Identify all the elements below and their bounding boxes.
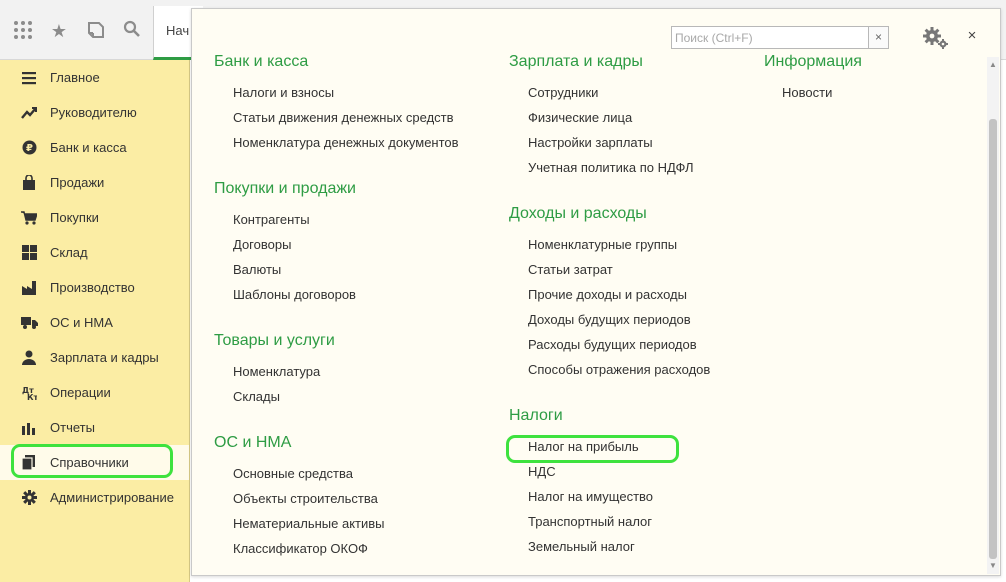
sidebar-item-assets[interactable]: ОС и НМА bbox=[0, 305, 189, 340]
truck-icon bbox=[20, 314, 38, 332]
sidebar-item-production[interactable]: Производство bbox=[0, 270, 189, 305]
sidebar-item-label: Главное bbox=[50, 70, 100, 85]
sidebar-item-label: Операции bbox=[50, 385, 111, 400]
sidebar-item-label: Продажи bbox=[50, 175, 105, 190]
link-vat[interactable]: НДС bbox=[528, 464, 556, 479]
sidebar-item-reports[interactable]: Отчеты bbox=[0, 410, 189, 445]
section-title-goods-services: Товары и услуги bbox=[214, 332, 335, 349]
sidebar-item-label: Отчеты bbox=[50, 420, 95, 435]
link-currencies[interactable]: Валюты bbox=[233, 262, 281, 277]
link-cash-flow-items[interactable]: Статьи движения денежных средств bbox=[233, 110, 454, 125]
apps-grid-icon[interactable] bbox=[12, 20, 34, 42]
link-contracts[interactable]: Договоры bbox=[233, 237, 291, 252]
close-panel-button[interactable]: × bbox=[964, 28, 980, 44]
sidebar-item-salary[interactable]: Зарплата и кадры bbox=[0, 340, 189, 375]
link-property-tax[interactable]: Налог на имущество bbox=[528, 489, 653, 504]
link-expense-methods[interactable]: Способы отражения расходов bbox=[528, 362, 710, 377]
svg-text:₽: ₽ bbox=[26, 143, 33, 154]
link-monetary-documents[interactable]: Номенклатура денежных документов bbox=[233, 135, 459, 150]
link-land-tax[interactable]: Земельный налог bbox=[528, 539, 635, 554]
factory-icon bbox=[20, 279, 38, 297]
menu-icon bbox=[20, 69, 38, 87]
link-warehouses[interactable]: Склады bbox=[233, 389, 280, 404]
link-construction-objects[interactable]: Объекты строительства bbox=[233, 491, 378, 506]
section-title-information: Информация bbox=[764, 53, 862, 70]
scrollbar-thumb[interactable] bbox=[989, 119, 997, 559]
catalogs-panel: × × Банк и касса Налоги и взносы Статьи … bbox=[191, 8, 1001, 576]
sidebar-item-administration[interactable]: Администрирование bbox=[0, 480, 189, 515]
ruble-coin-icon: ₽ bbox=[20, 139, 38, 157]
link-deferred-expenses[interactable]: Расходы будущих периодов bbox=[528, 337, 697, 352]
search-input[interactable] bbox=[672, 27, 868, 48]
link-contract-templates[interactable]: Шаблоны договоров bbox=[233, 287, 356, 302]
scroll-down-arrow-icon[interactable]: ▼ bbox=[989, 562, 997, 570]
link-counterparties[interactable]: Контрагенты bbox=[233, 212, 310, 227]
section-title-salary-hr: Зарплата и кадры bbox=[509, 53, 643, 70]
link-individuals[interactable]: Физические лица bbox=[528, 110, 632, 125]
link-fixed-assets[interactable]: Основные средства bbox=[233, 466, 353, 481]
sidebar-item-main[interactable]: Главное bbox=[0, 60, 189, 95]
sidebar-item-label: Администрирование bbox=[50, 490, 174, 505]
sidebar-item-label: Производство bbox=[50, 280, 135, 295]
link-deferred-income[interactable]: Доходы будущих периодов bbox=[528, 312, 691, 327]
sidebar-item-label: Покупки bbox=[50, 210, 99, 225]
highlight-catalogs-frame bbox=[11, 444, 173, 478]
search-box: × bbox=[671, 26, 889, 49]
link-other-income-expenses[interactable]: Прочие доходы и расходы bbox=[528, 287, 687, 302]
sidebar-item-purchases[interactable]: Покупки bbox=[0, 200, 189, 235]
debit-credit-icon: Дт Кт bbox=[20, 384, 38, 402]
section-title-purchases-sales: Покупки и продажи bbox=[214, 180, 356, 197]
sidebar-item-label: Банк и касса bbox=[50, 140, 127, 155]
trend-chart-icon bbox=[20, 104, 38, 122]
link-cost-items[interactable]: Статьи затрат bbox=[528, 262, 613, 277]
tab-start-label: Нач bbox=[166, 23, 190, 38]
svg-text:Кт: Кт bbox=[27, 393, 37, 400]
link-transport-tax[interactable]: Транспортный налог bbox=[528, 514, 652, 529]
warehouse-grid-icon bbox=[20, 244, 38, 262]
link-employees[interactable]: Сотрудники bbox=[528, 85, 598, 100]
link-taxes-contributions[interactable]: Налоги и взносы bbox=[233, 85, 334, 100]
link-ndfl-policy[interactable]: Учетная политика по НДФЛ bbox=[528, 160, 693, 175]
section-title-fixed-assets: ОС и НМА bbox=[214, 434, 292, 451]
sidebar-item-warehouse[interactable]: Склад bbox=[0, 235, 189, 270]
sidebar-item-bank[interactable]: ₽ Банк и касса bbox=[0, 130, 189, 165]
star-icon[interactable]: ★ bbox=[48, 20, 70, 42]
link-news[interactable]: Новости bbox=[782, 85, 832, 100]
shopping-cart-icon bbox=[20, 209, 38, 227]
link-intangible-assets[interactable]: Нематериальные активы bbox=[233, 516, 385, 531]
vertical-scrollbar[interactable]: ▲ ▼ bbox=[987, 57, 999, 574]
search-icon[interactable] bbox=[121, 20, 143, 42]
scroll-up-arrow-icon[interactable]: ▲ bbox=[989, 61, 997, 69]
link-nomenclature[interactable]: Номенклатура bbox=[233, 364, 320, 379]
highlight-income-tax-frame bbox=[506, 435, 679, 463]
clear-search-button[interactable]: × bbox=[868, 27, 888, 48]
link-nomenclature-groups[interactable]: Номенклатурные группы bbox=[528, 237, 677, 252]
sidebar-item-label: Зарплата и кадры bbox=[50, 350, 159, 365]
sidebar-item-operations[interactable]: Дт Кт Операции bbox=[0, 375, 189, 410]
history-icon[interactable] bbox=[85, 20, 107, 42]
settings-gear-icon[interactable] bbox=[922, 25, 950, 51]
shopping-bag-icon bbox=[20, 174, 38, 192]
section-title-bank: Банк и касса bbox=[214, 53, 309, 70]
sidebar-item-label: Руководителю bbox=[50, 105, 137, 120]
sidebar-item-manager[interactable]: Руководителю bbox=[0, 95, 189, 130]
sidebar: Главное Руководителю ₽ Банк и касса Прод… bbox=[0, 60, 190, 582]
person-icon bbox=[20, 349, 38, 367]
bar-chart-icon bbox=[20, 419, 38, 437]
gear-icon bbox=[20, 489, 38, 507]
link-salary-settings[interactable]: Настройки зарплаты bbox=[528, 135, 653, 150]
sidebar-item-sales[interactable]: Продажи bbox=[0, 165, 189, 200]
section-title-income-expenses: Доходы и расходы bbox=[509, 205, 647, 222]
section-title-taxes: Налоги bbox=[509, 407, 563, 424]
sidebar-item-label: Склад bbox=[50, 245, 88, 260]
link-okof-classifier[interactable]: Классификатор ОКОФ bbox=[233, 541, 368, 556]
sidebar-item-label: ОС и НМА bbox=[50, 315, 113, 330]
